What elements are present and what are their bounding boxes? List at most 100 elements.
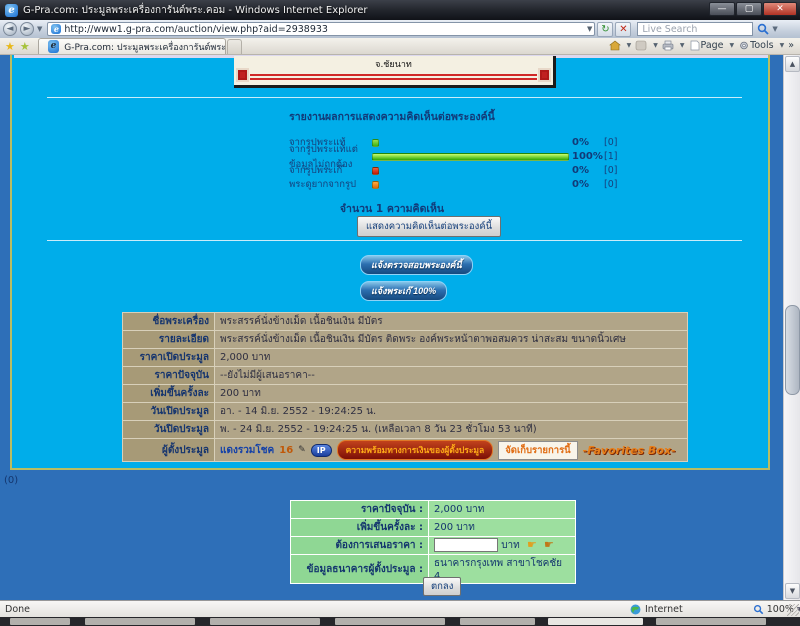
certificate-caption: จ.ชัยนาท <box>234 57 553 71</box>
stop-button[interactable]: ✕ <box>615 22 631 37</box>
certificate-line <box>250 74 537 76</box>
taskbar-button[interactable] <box>210 618 320 625</box>
url-text: http://www1.g-pra.com/auction/view.php?a… <box>64 24 328 35</box>
table-row: ชื่อพระเครื่อง พระสรรค์นั่งข้างเม็ด เนื้… <box>123 313 688 331</box>
poll-row: พระดูยากจากรูป 0% [0] <box>289 178 617 191</box>
table-row-seller: ผู้ตั้งประมูล แดงรวมโชค 16 ✎ IP ความพร้อ… <box>123 439 688 462</box>
history-dropdown-icon[interactable]: ▼ <box>37 25 42 33</box>
ie-window: e G-Pra.com: ประมูลพระเครื่องการันต์พระ.… <box>0 0 800 626</box>
report-check-button[interactable]: แจ้งตรวจสอบพระองค์นี้ <box>360 255 473 275</box>
ip-badge[interactable]: IP <box>311 444 332 457</box>
search-input[interactable]: Live Search <box>637 22 753 36</box>
table-row: วันเปิดประมูล อา. - 14 มิ.ย. 2552 - 19:2… <box>123 403 688 421</box>
address-bar[interactable]: e http://www1.g-pra.com/auction/view.php… <box>47 22 595 36</box>
form-label: ข้อมูลธนาคารผู้ตั้งประมูล : <box>291 555 429 584</box>
bid-amount-input[interactable] <box>434 538 498 552</box>
divider <box>47 240 742 241</box>
home-button[interactable] <box>607 39 623 52</box>
submit-bid-button[interactable]: ตกลง <box>423 577 461 596</box>
new-tab-stub[interactable] <box>227 39 242 54</box>
tools-menu-button[interactable]: Tools <box>736 39 775 52</box>
poll-total: จำนวน 1 ความคิดเห็น <box>12 200 772 217</box>
form-label: เพิ่มขึ้นครั้งละ : <box>291 519 429 537</box>
form-label: ราคาปัจจุบัน : <box>291 501 429 519</box>
tools-dropdown-icon[interactable]: ▼ <box>780 42 785 49</box>
detail-value: 200 บาท <box>215 385 688 403</box>
taskbar-button[interactable] <box>460 618 535 625</box>
print-dropdown-icon[interactable]: ▼ <box>680 42 685 49</box>
page-dropdown-icon[interactable]: ▼ <box>730 42 735 49</box>
certificate-ornament <box>236 68 249 82</box>
poll-count: [0] <box>604 179 617 190</box>
resize-grip[interactable] <box>787 604 799 616</box>
browser-tab[interactable]: e G-Pra.com: ประมูลพระเครื่องการันต์พระ.… <box>38 38 226 54</box>
navigation-bar: ◄ ► ▼ e http://www1.g-pra.com/auction/vi… <box>0 20 800 38</box>
maximize-button[interactable]: ▢ <box>736 2 762 16</box>
add-favorite-icon[interactable]: ★ <box>20 40 30 53</box>
increment-value: 200 บาท <box>429 519 576 537</box>
table-row: วันปิดประมูล พ. - 24 มิ.ย. 2552 - 19:24:… <box>123 421 688 439</box>
certificate-image: จ.ชัยนาท <box>234 56 556 88</box>
status-bar: Done Internet 100% ▼ <box>0 600 800 617</box>
bid-hand2-icon[interactable]: ☛ <box>544 538 554 551</box>
detail-value: อา. - 14 มิ.ย. 2552 - 19:24:25 น. <box>215 403 688 421</box>
taskbar-button[interactable] <box>656 618 766 625</box>
detail-label: วันเปิดประมูล <box>123 403 215 421</box>
show-comment-button[interactable]: แสดงความคิดเห็นต่อพระองค์นี้ <box>357 216 501 237</box>
detail-label: ชื่อพระเครื่อง <box>123 313 215 331</box>
title-bar: e G-Pra.com: ประมูลพระเครื่องการันต์พระ.… <box>0 0 800 20</box>
favorites-star-icon[interactable]: ★ <box>5 40 15 53</box>
close-button[interactable]: ✕ <box>763 2 797 16</box>
feeds-button[interactable] <box>633 39 649 52</box>
scrollbar-thumb[interactable] <box>785 305 800 395</box>
auction-details-table: ชื่อพระเครื่อง พระสรรค์นั่งข้างเม็ด เนื้… <box>122 312 688 462</box>
save-item-button[interactable]: จัดเก็บรายการนี้ <box>498 441 577 460</box>
poll-percent: 0% <box>572 165 604 176</box>
report-fake-button[interactable]: แจ้งพระเก๊ 100% <box>360 281 447 301</box>
detail-value: พระสรรค์นั่งข้างเม็ด เนื้อชินเงิน มีบัตร… <box>215 331 688 349</box>
minimize-button[interactable]: — <box>709 2 735 16</box>
seller-name-link[interactable]: แดงรวมโชค <box>220 443 274 458</box>
certificate-line <box>250 78 537 80</box>
table-row: ราคาปัจจุบัน --ยังไม่มีผู้เสนอราคา-- <box>123 367 688 385</box>
page-icon: e <box>51 24 61 34</box>
internet-globe-icon <box>630 604 641 615</box>
detail-value: --ยังไม่มีผู้เสนอราคา-- <box>215 367 688 385</box>
form-row: เพิ่มขึ้นครั้งละ : 200 บาท <box>291 519 576 537</box>
detail-label: ผู้ตั้งประมูล <box>123 439 215 462</box>
print-button[interactable] <box>660 39 676 52</box>
form-row: ต้องการเสนอราคา : บาท ☛ ☛ <box>291 537 576 555</box>
pencil-icon[interactable]: ✎ <box>298 445 306 455</box>
vertical-scrollbar[interactable]: ▲ ▼ <box>783 55 800 600</box>
tab-favicon: e <box>48 40 59 53</box>
seller-readiness-button[interactable]: ความพร้อมทางการเงินของผู้ตั้งประมูล <box>337 440 494 460</box>
feeds-dropdown-icon[interactable]: ▼ <box>653 42 658 49</box>
taskbar-button[interactable] <box>85 618 195 625</box>
scroll-down-icon[interactable]: ▼ <box>785 583 800 599</box>
bid-hand-icon[interactable]: ☛ <box>527 538 537 551</box>
toolbar-overflow-icon[interactable]: » <box>786 39 796 52</box>
auction-content-panel: จ.ชัยนาท รายงานผลการแสดงความคิดเห็นต่อพร… <box>10 55 770 470</box>
poll-count: [1] <box>604 151 617 162</box>
poll-row: จากรูปพระเก๊ 0% [0] <box>289 164 617 177</box>
scroll-up-icon[interactable]: ▲ <box>785 56 800 72</box>
bid-unit-label: บาท <box>501 540 520 551</box>
taskbar-button-active[interactable] <box>548 618 643 625</box>
table-row: รายละเอียด พระสรรค์นั่งข้างเม็ด เนื้อชิน… <box>123 331 688 349</box>
taskbar-button[interactable] <box>335 618 445 625</box>
detail-label: วันปิดประมูล <box>123 421 215 439</box>
address-dropdown-icon[interactable]: ▼ <box>587 25 592 33</box>
home-dropdown-icon[interactable]: ▼ <box>627 42 632 49</box>
favorites-box-link[interactable]: -Favorites Box- <box>583 444 676 457</box>
detail-label: ราคาปัจจุบัน <box>123 367 215 385</box>
forward-button[interactable]: ► <box>20 22 34 36</box>
poll-bar <box>372 181 379 189</box>
page-menu-button[interactable]: Page <box>687 39 726 52</box>
poll-label: จากรูปพระเก๊ <box>289 163 372 178</box>
search-options-icon[interactable]: ▼ <box>772 25 777 33</box>
taskbar-button[interactable] <box>10 618 70 625</box>
refresh-button[interactable]: ↻ <box>597 22 613 37</box>
back-button[interactable]: ◄ <box>3 22 17 36</box>
poll-percent: 0% <box>572 137 604 148</box>
search-icon[interactable] <box>757 20 769 39</box>
